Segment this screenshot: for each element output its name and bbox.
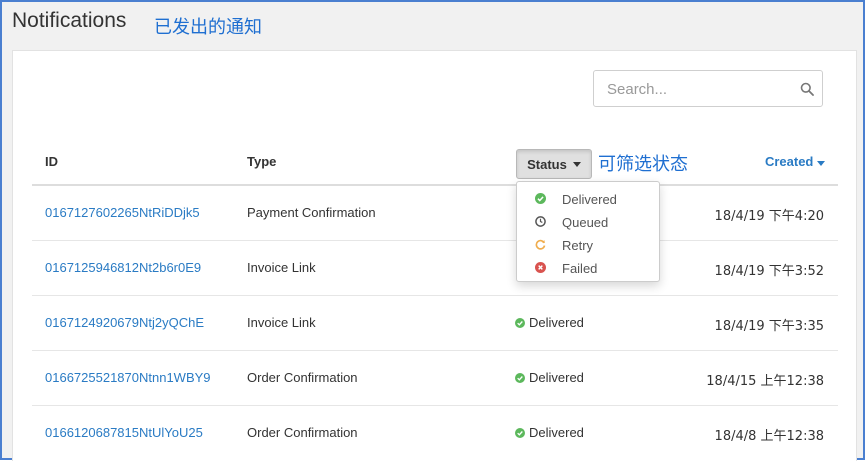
check-circle-icon: [515, 372, 525, 383]
status-dropdown-menu: Delivered Queued Retry Failed: [516, 181, 660, 282]
status-option-label: Retry: [562, 238, 594, 253]
status-filter-button[interactable]: Status: [516, 149, 592, 179]
table-row[interactable]: 0166725521870Ntnn1WBY9 Order Confirmation…: [32, 351, 838, 406]
status-filter-label: Status: [527, 156, 567, 172]
notification-id-link[interactable]: 0167127602265NtRiDDjk5: [45, 205, 200, 220]
status-cell: Delivered: [515, 425, 584, 440]
retry-icon: [535, 239, 546, 250]
status-option-label: Failed: [562, 261, 598, 276]
status-option-retry[interactable]: Retry: [517, 234, 659, 256]
column-header-type: Type: [247, 154, 277, 169]
notification-type: Invoice Link: [247, 260, 316, 275]
table-row[interactable]: 0167127602265NtRiDDjk5 Payment Confirmati…: [32, 186, 838, 241]
created-timestamp: 18/4/8 上午12:38: [714, 429, 824, 444]
column-header-created[interactable]: Created: [765, 154, 825, 169]
sort-caret-icon: [817, 161, 825, 166]
notification-id-link[interactable]: 0167124920679Ntj2yQChE: [45, 315, 204, 330]
status-option-label: Queued: [562, 215, 609, 230]
status-cell: Delivered: [515, 370, 584, 385]
created-sort-label[interactable]: Created: [765, 154, 813, 169]
search-icon[interactable]: [800, 82, 814, 96]
table-row[interactable]: 0167125946812Nt2b6r0E9 Invoice Link 18/4/1…: [32, 241, 838, 296]
notification-type: Invoice Link: [247, 315, 316, 330]
status-option-queued[interactable]: Queued: [517, 211, 659, 233]
status-label: Delivered: [529, 370, 584, 385]
caret-down-icon: [572, 161, 581, 167]
created-timestamp: 18/4/19 下午3:52: [714, 264, 824, 279]
page-title: Notifications: [12, 9, 127, 32]
search-input[interactable]: [605, 80, 789, 99]
status-option-label: Delivered: [562, 192, 617, 207]
column-header-id: ID: [45, 154, 58, 169]
status-option-delivered[interactable]: Delivered: [517, 188, 659, 210]
table-row[interactable]: 0166120687815NtUlYoU25 Order Confirmation…: [32, 406, 838, 461]
notification-id-link[interactable]: 0166725521870Ntnn1WBY9: [45, 370, 211, 385]
created-timestamp: 18/4/19 下午4:20: [714, 209, 824, 224]
notification-id-link[interactable]: 0166120687815NtUlYoU25: [45, 425, 203, 440]
status-label: Delivered: [529, 425, 584, 440]
notification-id-link[interactable]: 0167125946812Nt2b6r0E9: [45, 260, 201, 275]
status-cell: Delivered: [515, 315, 584, 330]
check-circle-icon: [535, 193, 546, 204]
table-row[interactable]: 0167124920679Ntj2yQChE Invoice Link Delive…: [32, 296, 838, 351]
created-timestamp: 18/4/19 下午3:35: [714, 319, 824, 334]
check-circle-icon: [515, 427, 525, 438]
notification-type: Order Confirmation: [247, 425, 358, 440]
created-timestamp: 18/4/15 上午12:38: [706, 374, 824, 389]
clock-icon: [535, 216, 546, 227]
x-circle-icon: [535, 262, 546, 273]
check-circle-icon: [515, 317, 525, 328]
status-annotation: 可筛选状态: [598, 154, 688, 175]
notification-type: Order Confirmation: [247, 370, 358, 385]
search-box[interactable]: [593, 70, 823, 107]
title-annotation: 已发出的通知: [154, 17, 262, 38]
notification-type: Payment Confirmation: [247, 205, 376, 220]
status-label: Delivered: [529, 315, 584, 330]
status-option-failed[interactable]: Failed: [517, 257, 659, 279]
